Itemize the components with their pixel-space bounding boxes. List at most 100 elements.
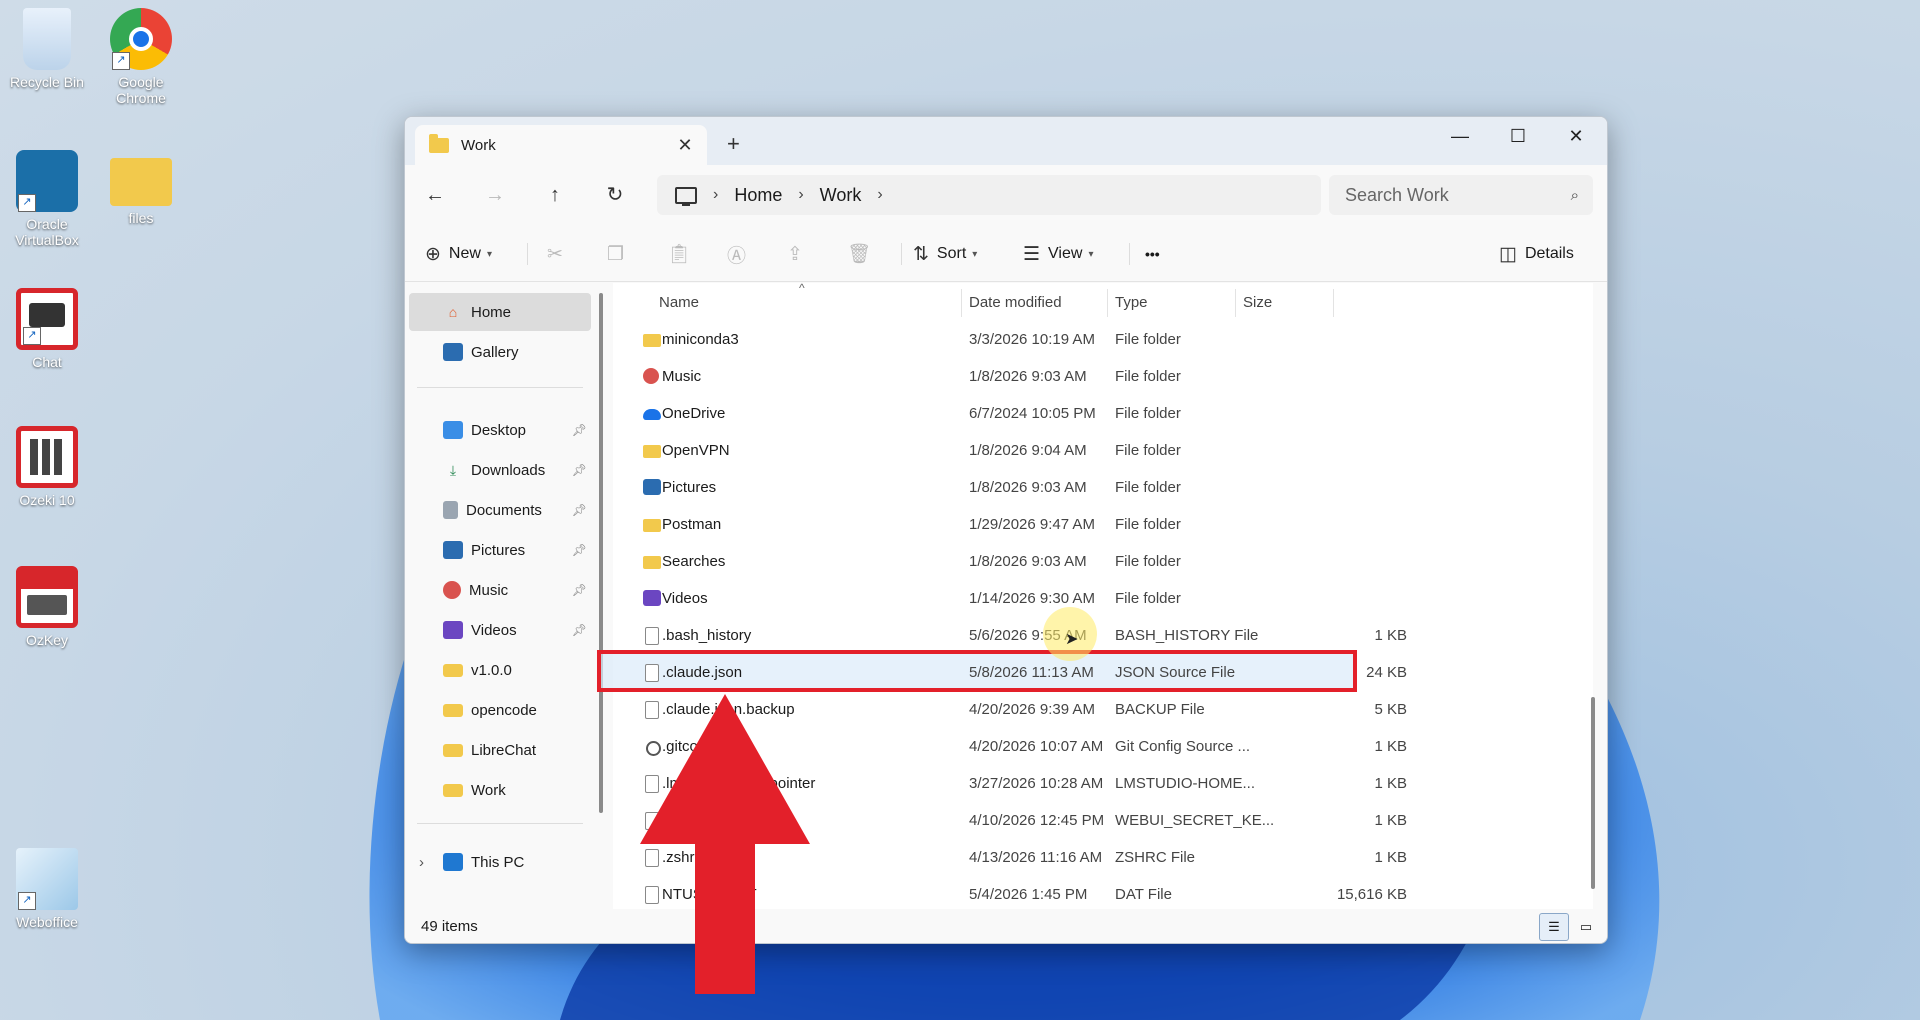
file-row[interactable]: Videos 1/14/2026 9:30 AM File folder: [613, 580, 1393, 617]
rename-button[interactable]: Ⓐ: [727, 239, 754, 269]
sidebar-item-this-pc[interactable]: › This PC: [419, 847, 589, 877]
sidebar-item-videos[interactable]: Videos 📌︎: [443, 615, 593, 645]
chevron-right-icon[interactable]: ›: [877, 186, 882, 204]
file-date-modified: 4/20/2026 10:07 AM: [969, 738, 1104, 755]
file-date-modified: 4/13/2026 11:16 AM: [969, 849, 1103, 866]
file-type: File folder: [1115, 553, 1181, 570]
file-row[interactable]: Pictures 1/8/2026 9:03 AM File folder: [613, 469, 1393, 506]
details-pane-button[interactable]: ◫ Details: [1499, 239, 1574, 269]
desktop-icon: [443, 421, 463, 439]
file-row[interactable]: .bash_history 5/6/2026 9:55 AM BASH_HISTOR…: [613, 617, 1407, 654]
pin-icon[interactable]: 📌︎: [572, 623, 587, 637]
sidebar-item-opencode[interactable]: opencode: [443, 695, 593, 725]
refresh-button[interactable]: ↻: [599, 181, 631, 209]
column-divider[interactable]: [961, 289, 962, 317]
column-header-size[interactable]: Size: [1243, 294, 1272, 311]
desktop-icon-google-chrome[interactable]: ↗ Google Chrome: [96, 8, 186, 106]
desktop-icon-ozeki-10[interactable]: Ozeki 10: [2, 426, 92, 508]
tab-title: Work: [461, 136, 496, 154]
copy-icon: ❐: [607, 243, 625, 265]
chevron-right-icon[interactable]: ›: [713, 186, 718, 204]
sidebar-scrollbar[interactable]: [599, 293, 603, 813]
file-row[interactable]: Searches 1/8/2026 9:03 AM File folder: [613, 543, 1393, 580]
column-header-date[interactable]: Date modified: [969, 294, 1062, 311]
new-label: New: [448, 245, 481, 262]
file-list-scrollbar[interactable]: [1591, 697, 1595, 889]
file-icon: [645, 664, 659, 682]
pin-icon[interactable]: 📌︎: [572, 583, 587, 597]
folder-icon: [643, 445, 661, 458]
copy-button[interactable]: ❐: [607, 239, 632, 269]
pin-icon[interactable]: 📌︎: [572, 543, 587, 557]
file-row[interactable]: Postman 1/29/2026 9:47 AM File folder: [613, 506, 1393, 543]
sidebar-item-downloads[interactable]: ⤓ Downloads 📌︎: [443, 455, 593, 485]
delete-button[interactable]: 🗑︎: [847, 239, 879, 269]
file-row[interactable]: Music 1/8/2026 9:03 AM File folder: [613, 358, 1393, 395]
sidebar-item-documents[interactable]: Documents 📌︎: [443, 495, 593, 525]
share-button[interactable]: ⇪: [787, 239, 811, 269]
sidebar-item-desktop[interactable]: Desktop 📌︎: [443, 415, 593, 445]
maximize-button[interactable]: ☐: [1489, 117, 1547, 157]
close-window-button[interactable]: ✕: [1547, 117, 1605, 157]
folder-icon: [643, 519, 661, 532]
sidebar-item-v1-0-0[interactable]: v1.0.0: [443, 655, 593, 685]
column-divider[interactable]: [1235, 289, 1236, 317]
sidebar-item-music[interactable]: Music 📌︎: [443, 575, 593, 605]
file-name: Postman: [662, 516, 722, 533]
sidebar-item-home[interactable]: ⌂ Home: [443, 297, 593, 327]
desktop-icon-recycle-bin[interactable]: Recycle Bin: [2, 8, 92, 90]
cut-button[interactable]: ✂: [547, 239, 571, 269]
desktop-icon-oracle-virtualbox[interactable]: ↗ Oracle VirtualBox: [2, 150, 92, 248]
sidebar-item-pictures[interactable]: Pictures 📌︎: [443, 535, 593, 565]
address-bar[interactable]: › Home › Work ›: [657, 175, 1321, 215]
sidebar-item-librechat[interactable]: LibreChat: [443, 735, 593, 765]
file-type: File folder: [1115, 331, 1181, 348]
forward-button[interactable]: →: [479, 181, 511, 209]
breadcrumb-work[interactable]: Work: [820, 185, 862, 206]
tiles-view-button[interactable]: ▭: [1571, 913, 1601, 941]
pin-icon[interactable]: 📌︎: [572, 423, 587, 437]
sort-button[interactable]: ⇅ Sort ▾: [913, 239, 977, 269]
pin-icon[interactable]: 📌︎: [572, 463, 587, 477]
paste-button[interactable]: 📋︎: [667, 239, 699, 269]
tab-work[interactable]: Work ✕: [415, 125, 707, 165]
new-tab-button[interactable]: +: [727, 131, 740, 157]
pin-icon[interactable]: 📌︎: [572, 503, 587, 517]
column-divider[interactable]: [1107, 289, 1108, 317]
desktop-icon-weboffice[interactable]: ↗ Weboffice: [2, 848, 92, 930]
desktop-icon-label: files: [128, 210, 154, 226]
file-row[interactable]: OneDrive 6/7/2024 10:05 PM File folder: [613, 395, 1393, 432]
column-header-type[interactable]: Type: [1115, 294, 1148, 311]
chevron-right-icon[interactable]: ›: [798, 186, 803, 204]
column-header-name[interactable]: Name: [659, 294, 699, 311]
column-divider[interactable]: [1333, 289, 1334, 317]
search-input[interactable]: Search Work ⌕: [1329, 175, 1593, 215]
view-list-icon: ☰: [1023, 243, 1041, 265]
desktop-icon-ozkey[interactable]: OzKey: [2, 566, 92, 648]
music-folder-icon: [643, 368, 659, 384]
more-options-button[interactable]: •••: [1145, 239, 1160, 269]
recycle-bin-icon: [23, 8, 71, 70]
desktop-icon-chat[interactable]: ↗ Chat: [2, 288, 92, 370]
folder-icon: [443, 783, 463, 797]
file-row[interactable]: .claude.json 5/8/2026 11:13 AM JSON Source…: [613, 654, 1407, 691]
ozkey-icon: [16, 566, 78, 628]
details-view-button[interactable]: ☰: [1539, 913, 1569, 941]
file-row[interactable]: OpenVPN 1/8/2026 9:04 AM File folder: [613, 432, 1393, 469]
file-row[interactable]: miniconda3 3/3/2026 10:19 AM File folder: [613, 321, 1393, 358]
sidebar-item-work[interactable]: Work: [443, 775, 593, 805]
sidebar-item-label: This PC: [471, 853, 525, 871]
breadcrumb-home[interactable]: Home: [734, 185, 782, 206]
desktop-icon-files[interactable]: files: [96, 150, 186, 226]
minimize-button[interactable]: —: [1431, 117, 1489, 157]
expand-chevron-icon[interactable]: ›: [419, 854, 443, 871]
view-button[interactable]: ☰ View ▾: [1023, 239, 1093, 269]
file-size: 1 KB: [1374, 775, 1407, 792]
up-button[interactable]: ↑: [539, 181, 571, 209]
back-button[interactable]: ←: [419, 181, 451, 209]
file-name: Videos: [662, 590, 708, 607]
sidebar-item-gallery[interactable]: Gallery: [443, 337, 593, 367]
file-date-modified: 3/27/2026 10:28 AM: [969, 775, 1104, 792]
close-tab-button[interactable]: ✕: [671, 135, 699, 156]
new-button[interactable]: ⊕ New ▾: [425, 239, 492, 269]
